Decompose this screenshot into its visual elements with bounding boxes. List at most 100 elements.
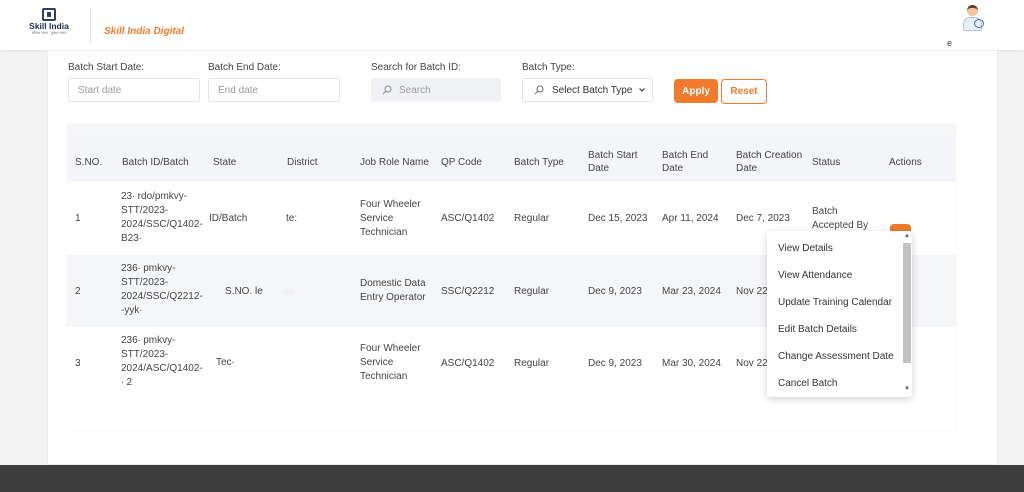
start-date-placeholder: Start date: [78, 85, 122, 96]
header-district: District: [287, 157, 318, 168]
header-end-date-line1: Batch End: [662, 150, 709, 161]
header-batch-id: Batch ID/Batch: [122, 157, 189, 168]
cell-state: Tec∙: [216, 357, 235, 368]
job-role-line: Entry Operator: [360, 292, 426, 303]
batch-id-line: STT/2023-: [121, 349, 169, 360]
header-status: Status: [812, 157, 841, 168]
user-avatar[interactable]: [960, 5, 986, 33]
batch-id-line: ∙ 2: [121, 377, 133, 388]
header-batch-type: Batch Type: [514, 157, 564, 168]
job-role-line: Service: [360, 213, 394, 224]
search-icon: [534, 85, 544, 95]
menu-item-change-assessment-date[interactable]: Change Assessment Date: [778, 351, 894, 362]
cell-creation-date: Nov 22,: [736, 286, 771, 297]
skill-india-logo[interactable]: Skill India कौशल भारत - कुशल भारत: [26, 8, 72, 40]
cell-job-role: Four Wheeler Service Technician: [360, 342, 421, 384]
cell-start-date: Dec 9, 2023: [588, 358, 642, 369]
table-header-row: S.NO. Batch ID/Batch State District Job …: [67, 139, 956, 182]
job-role-line: Four Wheeler: [360, 199, 421, 210]
job-role-line: Technician: [360, 371, 408, 382]
job-role-line: Technician: [360, 227, 408, 238]
batch-id-line: -yyk∙: [121, 305, 143, 316]
emblem-icon: [42, 8, 56, 21]
cell-batch-id: 23∙ rdo/pmkvy- STT/2023- 2024/SSC/Q1402-…: [121, 190, 203, 246]
menu-item-view-details[interactable]: View Details: [778, 243, 833, 254]
user-initial: e: [947, 38, 953, 48]
cell-creation-date: Nov 22,: [736, 358, 771, 369]
cell-state: S.NO. le: [225, 286, 263, 297]
cell-job-role: Four Wheeler Service Technician: [360, 198, 421, 240]
header-creation-date-line1: Batch Creation: [736, 150, 803, 161]
batch-id-line: B23∙: [121, 233, 142, 244]
header-qp-code: QP Code: [441, 157, 482, 168]
job-role-line: Service: [360, 357, 394, 368]
cell-status: Batch Accepted By: [812, 205, 868, 233]
header-divider: [90, 8, 91, 44]
header-start-date-line2: Date: [588, 163, 610, 174]
stethoscope-icon: [974, 19, 984, 28]
cell-batch-type: Regular: [514, 213, 550, 224]
batch-type-value: Select Batch Type: [552, 85, 633, 96]
cell-qp-code: ASC/Q1402: [441, 358, 495, 369]
cell-start-date: Dec 15, 2023: [588, 213, 648, 224]
cell-district: ∙ ∙: [285, 286, 294, 297]
cell-qp-code: ASC/Q1402: [441, 213, 495, 224]
brand-title: Skill India Digital: [104, 26, 185, 37]
batch-id-line: 2024/ASC/Q1402-: [121, 363, 203, 374]
cell-sno: 1: [75, 213, 81, 224]
header-sno: S.NO.: [75, 157, 103, 168]
batch-id-line: 23∙ rdo/pmkvy-: [121, 191, 188, 202]
reset-button[interactable]: Reset: [721, 79, 767, 104]
status-line: Batch: [812, 206, 838, 217]
scroll-up-arrow-icon[interactable]: ▲: [904, 233, 910, 239]
scrollbar-thumb[interactable]: [903, 243, 911, 363]
cell-batch-id: 236∙ pmkvy- STT/2023- 2024/SSC/Q2212- -y…: [121, 262, 203, 318]
end-date-input[interactable]: End date: [208, 78, 340, 102]
header-actions: Actions: [889, 157, 922, 168]
cell-end-date: Mar 23, 2024: [662, 286, 721, 297]
batch-search-input[interactable]: Search: [371, 78, 501, 102]
logo-tagline: कौशल भारत - कुशल भारत: [31, 31, 67, 35]
cell-sno: 2: [75, 286, 81, 297]
cell-start-date: Dec 9, 2023: [588, 286, 642, 297]
menu-item-edit-batch-details[interactable]: Edit Batch Details: [778, 324, 857, 335]
batch-id-line: 2024/SSC/Q1402-: [121, 219, 203, 230]
header-start-date-line1: Batch Start: [588, 150, 638, 161]
end-date-placeholder: End date: [218, 85, 259, 96]
chevron-down-icon: [639, 88, 645, 92]
cell-batch-type: Regular: [514, 286, 550, 297]
cell-creation-date: Dec 7, 2023: [736, 213, 790, 224]
menu-scrollbar[interactable]: ▲ ▼: [903, 233, 911, 392]
cell-district: te:: [286, 213, 298, 224]
job-role-line: Four Wheeler: [360, 343, 421, 354]
apply-button[interactable]: Apply: [674, 79, 718, 103]
menu-item-update-training-calendar[interactable]: Update Training Calendar: [778, 297, 892, 308]
search-label: Search for Batch ID:: [371, 62, 462, 73]
batch-id-line: 236∙ pmkvy-: [121, 335, 176, 346]
header-state: State: [213, 157, 237, 168]
start-date-label: Batch Start Date:: [68, 62, 145, 73]
search-icon: [382, 85, 392, 95]
cell-sno: 3: [75, 358, 81, 369]
page-footer: [0, 465, 1024, 492]
menu-item-cancel-batch[interactable]: Cancel Batch: [778, 378, 837, 389]
logo-name: Skill India: [29, 21, 69, 31]
header-end-date: Batch End Date: [662, 149, 708, 175]
cell-job-role: Domestic Data Entry Operator: [360, 277, 426, 305]
search-placeholder: Search: [399, 85, 431, 96]
actions-dropdown-menu: View Details View Attendance Update Trai…: [767, 231, 912, 397]
start-date-input[interactable]: Start date: [68, 78, 200, 102]
cell-state: ID/Batch: [209, 213, 248, 224]
batch-id-line: STT/2023-: [121, 205, 169, 216]
avatar-head: [967, 5, 978, 16]
scroll-down-arrow-icon[interactable]: ▼: [904, 386, 910, 392]
end-date-label: Batch End Date:: [208, 62, 281, 73]
cell-batch-id: 236∙ pmkvy- STT/2023- 2024/ASC/Q1402- ∙ …: [121, 334, 203, 390]
cell-end-date: Apr 11, 2024: [662, 213, 719, 224]
batch-type-select[interactable]: Select Batch Type: [522, 78, 653, 102]
cell-qp-code: SSC/Q2212: [441, 286, 495, 297]
batch-id-line: 236∙ pmkvy-: [121, 263, 176, 274]
header-end-date-line2: Date: [662, 163, 684, 174]
menu-item-view-attendance[interactable]: View Attendance: [778, 270, 852, 281]
cell-end-date: Mar 30, 2024: [662, 358, 721, 369]
